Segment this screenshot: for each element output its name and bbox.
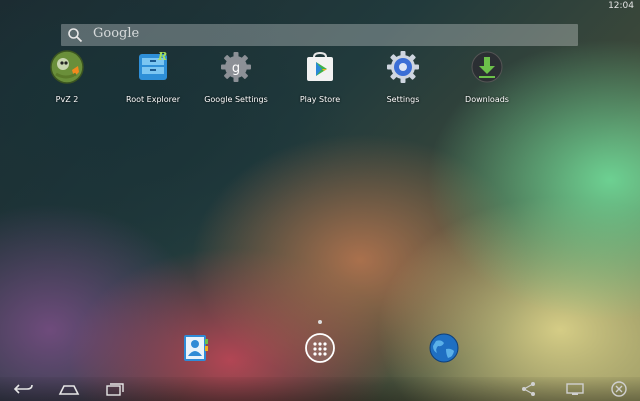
status-bar: 12:04 [0,0,640,14]
recent-apps-icon[interactable] [104,381,126,397]
app-label: Google Settings [204,95,268,104]
app-label: Play Store [299,95,341,104]
app-pvz2[interactable]: PvZ 2 [27,50,107,104]
app-label: PvZ 2 [55,95,79,104]
browser-globe-icon[interactable] [428,332,460,364]
home-icon[interactable] [58,381,80,397]
app-settings[interactable]: Settings [363,50,443,104]
close-icon[interactable] [608,381,630,397]
status-clock: 12:04 [608,1,634,11]
search-icon [68,28,83,43]
google-search-bar[interactable]: Google [61,24,578,46]
app-google-settings[interactable]: g Google Settings [196,50,276,104]
back-icon[interactable] [13,381,35,397]
search-placeholder: Google [93,26,140,41]
page-indicator-dot [318,320,322,324]
app-downloads[interactable]: Downloads [447,50,527,104]
play-store-icon [307,51,333,81]
svg-text:g: g [232,61,240,76]
app-drawer-icon[interactable] [304,332,336,364]
settings-gear-icon [387,51,419,83]
app-label: Root Explorer [126,95,180,104]
google-settings-icon: g [221,52,251,82]
root-explorer-icon: R [139,50,167,80]
app-root-explorer[interactable]: R Root Explorer [113,50,193,104]
share-icon[interactable] [518,381,540,397]
pvz2-icon [50,50,84,84]
app-label: Settings [386,95,420,104]
app-play-store[interactable]: Play Store [280,50,360,104]
app-label: Downloads [465,95,509,104]
screen-switch-icon[interactable] [564,381,586,397]
contacts-icon[interactable] [179,332,211,364]
download-arrow-icon [471,51,503,83]
navigation-bar [0,377,640,401]
svg-text:R: R [157,50,167,63]
